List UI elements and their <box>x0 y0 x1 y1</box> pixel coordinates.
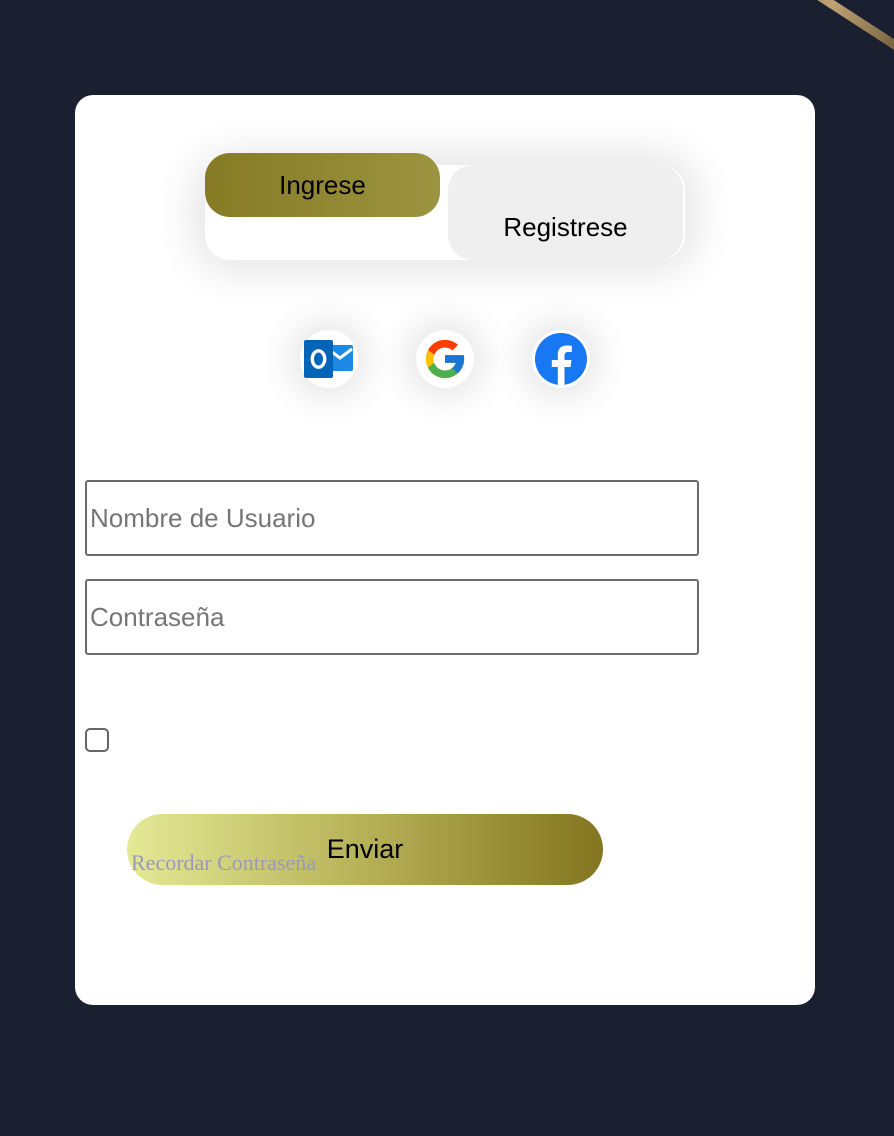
google-login-button[interactable] <box>416 330 474 388</box>
auth-tab-toggle: Registrese Ingrese <box>205 153 685 260</box>
outlook-login-button[interactable] <box>300 330 358 388</box>
tab-register[interactable]: Registrese <box>448 165 683 260</box>
social-login-row <box>75 330 815 392</box>
google-icon <box>425 339 465 379</box>
background-decoration <box>737 0 894 69</box>
username-input[interactable] <box>85 480 699 556</box>
facebook-login-button[interactable] <box>532 330 590 388</box>
outlook-icon <box>304 340 353 378</box>
facebook-icon <box>535 333 587 386</box>
tab-register-label: Registrese <box>503 212 628 242</box>
auth-card: Registrese Ingrese Nombre de Usuario Env… <box>75 95 815 1005</box>
tab-login[interactable]: Ingrese <box>205 153 440 217</box>
remember-password-label[interactable]: Recordar Contraseña <box>131 850 316 876</box>
password-input[interactable] <box>85 579 699 655</box>
remember-checkbox[interactable] <box>85 728 109 752</box>
